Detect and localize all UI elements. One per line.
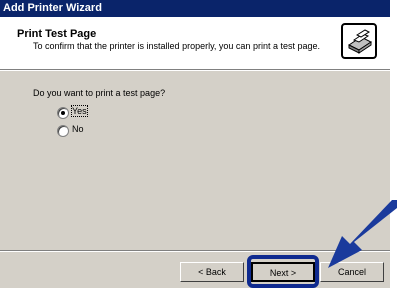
back-button[interactable]: < Back: [180, 262, 244, 282]
radio-no-label[interactable]: No: [72, 124, 84, 134]
radio-no[interactable]: [57, 125, 69, 137]
printer-icon: [341, 23, 377, 59]
radio-yes[interactable]: [57, 107, 69, 119]
header-divider-highlight: [0, 70, 390, 71]
next-button-highlight: [247, 255, 319, 288]
window-title: Add Printer Wizard: [3, 2, 102, 14]
pointer-arrow-icon: [328, 200, 397, 268]
test-page-question: Do you want to print a test page?: [33, 88, 166, 98]
title-bar: Add Printer Wizard: [0, 0, 390, 17]
wizard-header: Print Test Page To confirm that the prin…: [0, 17, 390, 69]
page-title: Print Test Page: [17, 28, 97, 40]
page-subtitle: To confirm that the printer is installed…: [33, 41, 320, 51]
radio-yes-label[interactable]: Yes: [71, 105, 88, 117]
